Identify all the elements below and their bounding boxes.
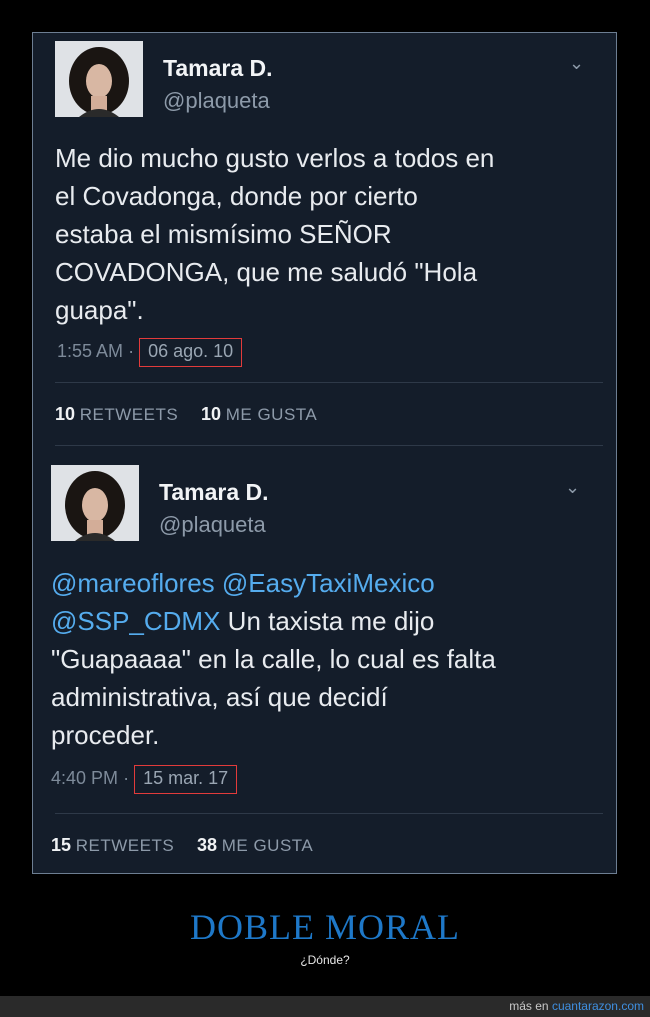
tweet-text-line: COVADONGA, que me saludó "Hola — [55, 257, 478, 287]
footer-prefix: más en — [509, 999, 552, 1013]
user-name[interactable]: Tamara D. — [163, 55, 273, 82]
tweet-time: 4:40 PM — [51, 768, 119, 788]
tweet-text-fragment: Un taxista me dijo — [220, 606, 435, 636]
caption-subtitle: ¿Dónde? — [300, 953, 350, 967]
divider — [55, 445, 603, 446]
avatar[interactable] — [55, 41, 143, 117]
tweet-text-line: el Covadonga, donde por cierto — [55, 181, 418, 211]
meta-separator: · — [128, 341, 140, 361]
tweet-text-line: "Guapaaaa" en la calle, lo cual es falta — [51, 644, 496, 674]
tweet-text-line: @SSP_CDMX Un taxista me dijo — [51, 602, 596, 640]
chevron-down-icon[interactable]: ⌄ — [565, 477, 580, 498]
like-label[interactable]: ME GUSTA — [226, 405, 318, 424]
like-count[interactable]: 38 — [197, 835, 217, 855]
like-label[interactable]: ME GUSTA — [222, 836, 314, 855]
footer-text: más en cuantarazon.com — [509, 999, 644, 1013]
tweet-text-line: @mareoflores @EasyTaxiMexico — [51, 564, 596, 602]
user-name[interactable]: Tamara D. — [159, 479, 269, 506]
avatar[interactable] — [51, 465, 139, 541]
caption-title: DOBLE MORAL — [190, 907, 460, 947]
tweet-date-highlighted[interactable]: 15 mar. 17 — [134, 765, 238, 794]
retweet-count[interactable]: 15 — [51, 835, 71, 855]
mention-link[interactable]: @SSP_CDMX — [51, 606, 220, 636]
tweet-date-highlighted[interactable]: 06 ago. 10 — [139, 338, 243, 367]
tweet-stats: 15 RETWEETS 38 ME GUSTA — [51, 835, 331, 856]
tweet-meta: 1:55 AM · 06 ago. 10 — [57, 338, 243, 367]
chevron-down-icon[interactable]: ⌄ — [569, 53, 584, 74]
retweet-label[interactable]: RETWEETS — [76, 836, 174, 855]
tweet-text: Me dio mucho gusto verlos a todos en el … — [55, 139, 600, 329]
footer-site-link[interactable]: cuantarazon.com — [552, 999, 644, 1013]
tweet-text-line: Me dio mucho gusto verlos a todos en — [55, 143, 495, 173]
tweet-1[interactable]: Tamara D. @plaqueta ⌄ Me dio mucho gusto… — [33, 33, 616, 453]
tweet-text-line: estaba el mismísimo SEÑOR — [55, 219, 392, 249]
tweet-stats: 10 RETWEETS 10 ME GUSTA — [55, 404, 335, 425]
tweet-2[interactable]: Tamara D. @plaqueta ⌄ @mareoflores @Easy… — [33, 453, 616, 873]
divider — [55, 382, 603, 383]
user-handle[interactable]: @plaqueta — [159, 512, 266, 538]
like-count[interactable]: 10 — [201, 404, 221, 424]
mention-links[interactable]: @mareoflores @EasyTaxiMexico — [51, 568, 435, 598]
footer-bar: más en cuantarazon.com — [0, 996, 650, 1017]
retweet-count[interactable]: 10 — [55, 404, 75, 424]
tweet-meta: 4:40 PM · 15 mar. 17 — [51, 765, 238, 794]
divider — [55, 813, 603, 814]
tweet-text-line: proceder. — [51, 720, 160, 750]
tweet-text-line: guapa". — [55, 295, 144, 325]
meta-separator: · — [123, 768, 135, 788]
user-handle[interactable]: @plaqueta — [163, 88, 270, 114]
screenshot-frame: Tamara D. @plaqueta ⌄ Me dio mucho gusto… — [32, 32, 617, 874]
tweet-time: 1:55 AM — [57, 341, 124, 361]
tweet-text-line: administrativa, así que decidí — [51, 682, 388, 712]
retweet-label[interactable]: RETWEETS — [80, 405, 178, 424]
tweet-text: @mareoflores @EasyTaxiMexico @SSP_CDMX U… — [51, 564, 596, 754]
